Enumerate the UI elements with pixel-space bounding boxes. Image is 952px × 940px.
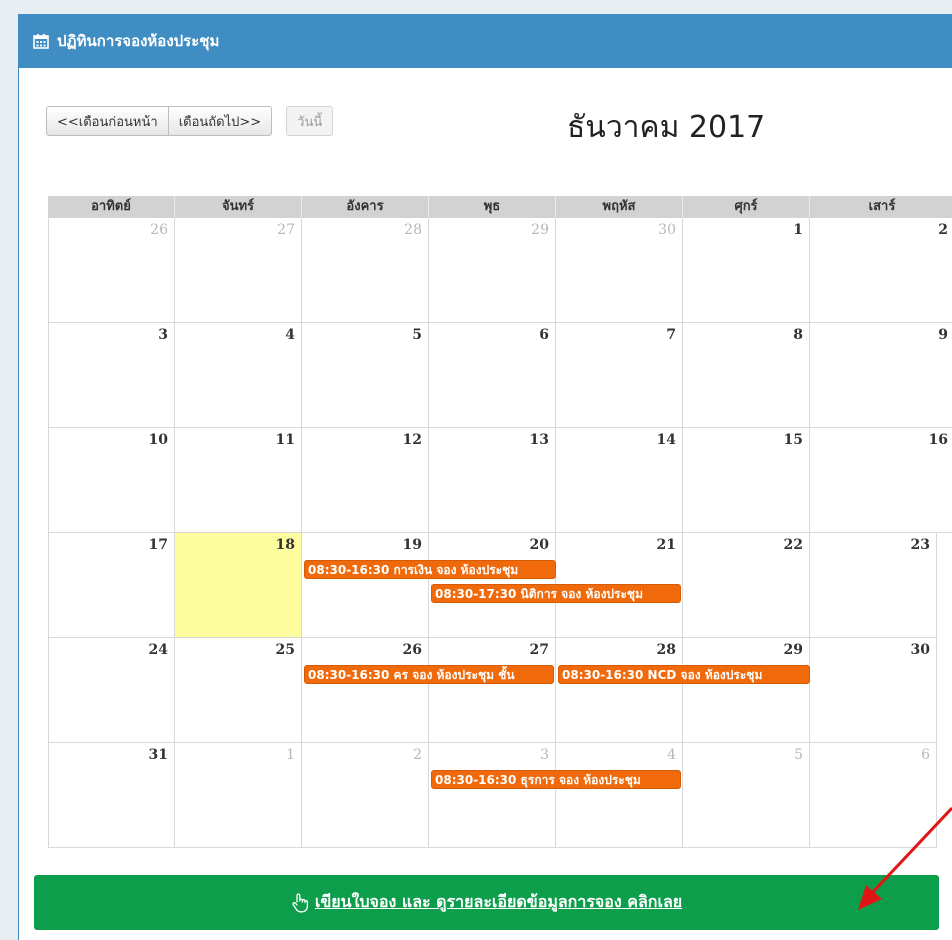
booking-event[interactable]: 08:30-17:30 นิติการ จอง ห้องประชุม <box>431 584 681 603</box>
day-cell[interactable]: 12 <box>302 428 429 533</box>
day-cell[interactable]: 10 <box>48 428 175 533</box>
calendar-grid: อาทิตย์ จันทร์ อังคาร พุธ พฤหัส ศุกร์ เส… <box>48 196 952 848</box>
booking-cta-label: เขียนใบจอง และ ดูรายละเอียดข้อมูลการจอง … <box>314 892 683 911</box>
calendar-week-row: 24 25 26 27 28 29 30 08:30-16:30 คร จอง … <box>48 638 952 743</box>
weekday-header: อาทิตย์ <box>48 196 175 218</box>
weekday-header: พฤหัส <box>556 196 683 218</box>
weekday-header: ศุกร์ <box>683 196 810 218</box>
pointing-hand-icon <box>292 893 308 912</box>
day-cell[interactable]: 16 <box>810 428 952 533</box>
day-cell[interactable]: 13 <box>429 428 556 533</box>
calendar-icon <box>33 34 49 49</box>
prev-month-button[interactable]: <<เดือนก่อนหน้า <box>46 106 169 136</box>
day-cell[interactable]: 23 <box>810 533 937 638</box>
day-cell[interactable]: 3 <box>429 743 556 848</box>
day-cell[interactable]: 5 <box>302 323 429 428</box>
day-cell[interactable]: 24 <box>48 638 175 743</box>
weekday-header: พุธ <box>429 196 556 218</box>
day-cell[interactable]: 28 <box>556 638 683 743</box>
day-cell[interactable]: 6 <box>429 323 556 428</box>
day-cell[interactable]: 14 <box>556 428 683 533</box>
day-cell[interactable]: 4 <box>175 323 302 428</box>
calendar-panel: ปฏิทินการจองห้องประชุม <<เดือนก่อนหน้า เ… <box>18 14 952 940</box>
day-cell[interactable]: 5 <box>683 743 810 848</box>
panel-heading: ปฏิทินการจองห้องประชุม <box>19 14 952 68</box>
month-title: ธันวาคม 2017 <box>567 110 766 145</box>
day-cell[interactable]: 22 <box>683 533 810 638</box>
today-button[interactable]: วันนี้ <box>286 106 334 136</box>
booking-event[interactable]: 08:30-16:30 คร จอง ห้องประชุม ชั้น <box>304 665 554 684</box>
day-cell[interactable]: 29 <box>683 638 810 743</box>
day-cell[interactable]: 7 <box>556 323 683 428</box>
weekday-header: เสาร์ <box>868 199 896 214</box>
day-cell[interactable]: 29 <box>429 218 556 323</box>
day-cell[interactable]: 26 <box>48 218 175 323</box>
weekday-header: จันทร์ <box>175 196 302 218</box>
day-cell[interactable]: 9 <box>810 323 952 428</box>
day-cell[interactable]: 15 <box>683 428 810 533</box>
day-cell[interactable]: 31 <box>48 743 175 848</box>
day-cell[interactable]: 6 <box>810 743 937 848</box>
day-cell[interactable]: 26 <box>302 638 429 743</box>
booking-event[interactable]: 08:30-16:30 NCD จอง ห้องประชุม <box>558 665 810 684</box>
calendar-week-row: 3 4 5 6 7 8 9 <box>48 323 952 428</box>
day-cell[interactable]: 1 <box>683 218 810 323</box>
booking-event[interactable]: 08:30-16:30 การเงิน จอง ห้องประชุม <box>304 560 556 579</box>
calendar-week-row: 31 1 2 3 4 5 6 08:30-16:30 ธุรการ จอง ห้… <box>48 743 952 848</box>
calendar-toolbar: <<เดือนก่อนหน้า เดือนถัดไป>> วันนี้ <box>46 106 334 136</box>
weekday-header: อังคาร <box>302 196 429 218</box>
calendar-week-row: 10 11 12 13 14 15 16 <box>48 428 952 533</box>
day-cell[interactable]: 8 <box>683 323 810 428</box>
next-month-button[interactable]: เดือนถัดไป>> <box>168 106 273 136</box>
day-cell[interactable]: 25 <box>175 638 302 743</box>
booking-event[interactable]: 08:30-16:30 ธุรการ จอง ห้องประชุม <box>431 770 681 789</box>
day-cell[interactable]: 27 <box>175 218 302 323</box>
day-cell[interactable]: 11 <box>175 428 302 533</box>
panel-title: ปฏิทินการจองห้องประชุม <box>57 32 220 50</box>
day-cell[interactable]: 4 <box>556 743 683 848</box>
calendar-week-row: 26 27 28 29 30 1 2 <box>48 218 952 323</box>
day-cell[interactable]: 30 <box>810 638 937 743</box>
day-cell[interactable]: 28 <box>302 218 429 323</box>
booking-cta-button[interactable]: เขียนใบจอง และ ดูรายละเอียดข้อมูลการจอง … <box>34 875 939 930</box>
day-cell[interactable]: 1 <box>175 743 302 848</box>
day-cell[interactable]: 17 <box>48 533 175 638</box>
day-cell[interactable]: 3 <box>48 323 175 428</box>
day-cell[interactable]: 2 <box>302 743 429 848</box>
day-cell[interactable]: 27 <box>429 638 556 743</box>
day-cell[interactable]: 19 <box>302 533 429 638</box>
day-cell[interactable]: 2 <box>810 218 952 323</box>
day-cell-today[interactable]: 18 <box>175 533 302 638</box>
day-cell[interactable]: 30 <box>556 218 683 323</box>
calendar-week-row: 17 18 19 20 21 22 23 08:30-16:30 การเงิน… <box>48 533 952 638</box>
weekday-header-row: อาทิตย์ จันทร์ อังคาร พุธ พฤหัส ศุกร์ เส… <box>48 196 952 218</box>
